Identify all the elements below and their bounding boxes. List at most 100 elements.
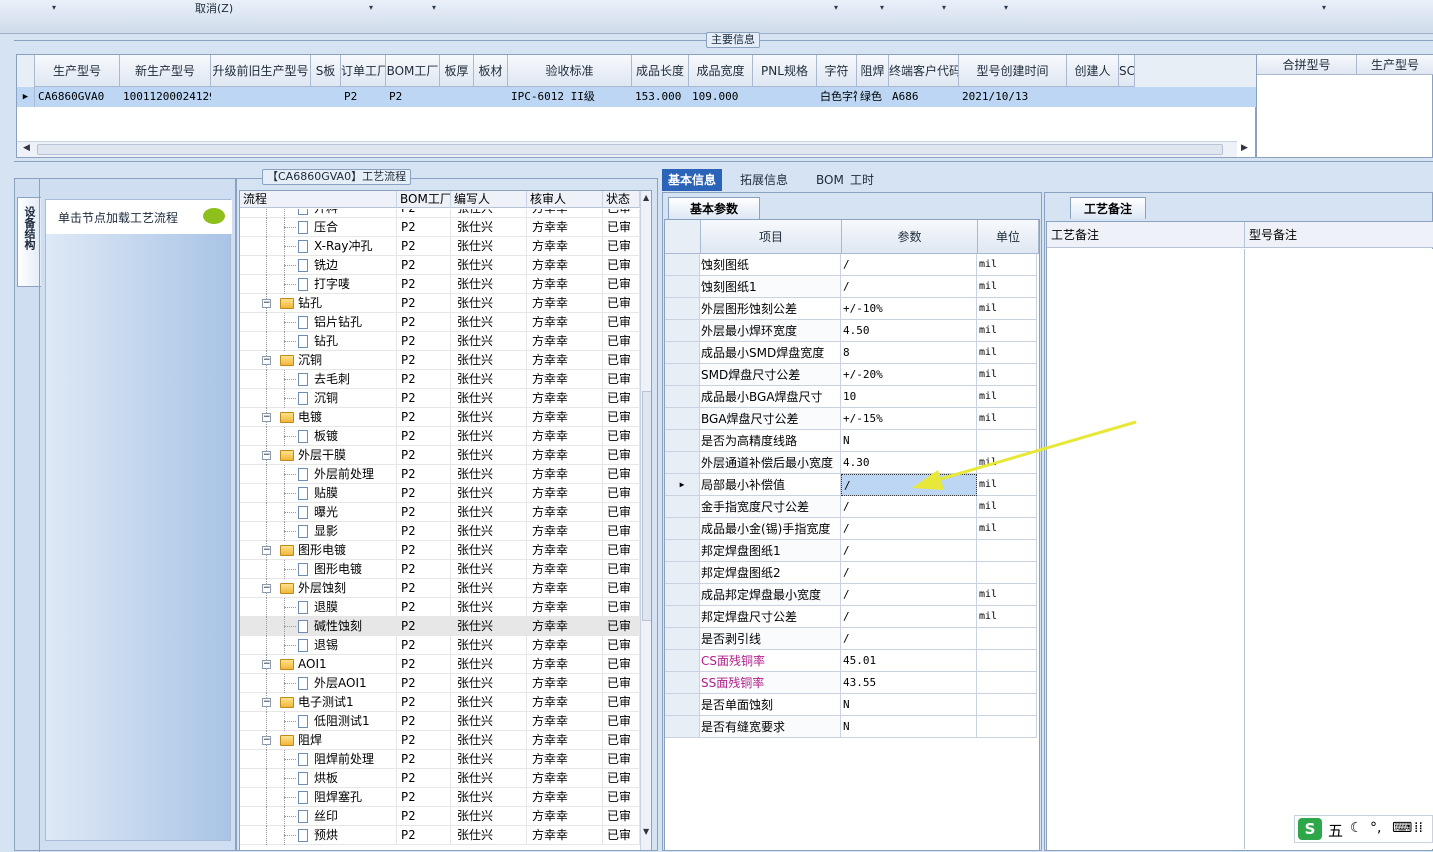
- param-row[interactable]: 外层最小焊环宽度 4.50 mil: [665, 320, 1037, 342]
- tree-row[interactable]: − 外层干膜 P2张仕兴方幸幸已审核: [240, 446, 640, 465]
- tree-row[interactable]: 阻焊塞孔 P2张仕兴方幸幸已审核: [240, 788, 640, 807]
- writer-cell[interactable]: 张仕兴: [451, 560, 527, 579]
- param-item[interactable]: 是否为高精度线路: [700, 430, 841, 452]
- tree-node-cell[interactable]: 外层前处理: [240, 465, 397, 484]
- param-item[interactable]: 成品最小SMD焊盘宽度: [700, 342, 841, 364]
- writer-cell[interactable]: 张仕兴: [451, 370, 527, 389]
- reviewer-cell[interactable]: 方幸幸: [527, 693, 603, 712]
- param-unit[interactable]: mil: [977, 276, 1037, 298]
- collapse-toggle-icon[interactable]: −: [262, 299, 271, 308]
- bom-factory-cell[interactable]: P2: [397, 655, 451, 674]
- column-header[interactable]: S板: [311, 55, 341, 87]
- writer-cell[interactable]: 张仕兴: [451, 237, 527, 256]
- tree-row[interactable]: 钻孔 P2张仕兴方幸幸已审核: [240, 332, 640, 351]
- bom-factory-cell[interactable]: P2: [397, 408, 451, 427]
- param-item[interactable]: 金手指宽度尺寸公差: [700, 496, 841, 518]
- bom-factory-cell[interactable]: P2: [397, 465, 451, 484]
- tree-node-cell[interactable]: 去毛刺: [240, 370, 397, 389]
- keyboard-icon[interactable]: ⌨: [1392, 820, 1412, 836]
- bom-factory-cell[interactable]: P2: [397, 237, 451, 256]
- table-cell[interactable]: 绿色: [857, 87, 889, 107]
- bom-factory-cell[interactable]: P2: [397, 275, 451, 294]
- param-item[interactable]: 邦定焊盘图纸2: [700, 562, 841, 584]
- tree-row[interactable]: 铣边 P2张仕兴方幸幸已审核: [240, 256, 640, 275]
- table-cell[interactable]: [1067, 87, 1119, 107]
- writer-cell[interactable]: 张仕兴: [451, 788, 527, 807]
- writer-cell[interactable]: 张仕兴: [451, 294, 527, 313]
- bom-factory-cell[interactable]: P2: [397, 351, 451, 370]
- tree-node-cell[interactable]: 铝片钻孔: [240, 313, 397, 332]
- bom-factory-cell[interactable]: P2: [397, 427, 451, 446]
- bom-factory-cell[interactable]: P2: [397, 636, 451, 655]
- column-header[interactable]: 验收标准: [508, 55, 632, 87]
- tree-node-cell[interactable]: 曝光: [240, 503, 397, 522]
- status-cell[interactable]: 已审核: [603, 389, 640, 408]
- node-label[interactable]: 预烘: [314, 826, 338, 845]
- writer-cell[interactable]: 张仕兴: [451, 275, 527, 294]
- dropdown-arrow-icon[interactable]: ▾: [369, 3, 373, 12]
- writer-cell[interactable]: 张仕兴: [451, 655, 527, 674]
- bom-factory-cell[interactable]: P2: [397, 712, 451, 731]
- status-cell[interactable]: 已审核: [603, 826, 640, 845]
- param-item[interactable]: CS面残铜率: [700, 650, 841, 672]
- tree-row[interactable]: 退锡 P2张仕兴方幸幸已审核: [240, 636, 640, 655]
- writer-cell[interactable]: 张仕兴: [451, 693, 527, 712]
- tree-node-cell[interactable]: 阻焊塞孔: [240, 788, 397, 807]
- param-value[interactable]: 8: [841, 342, 977, 364]
- column-header[interactable]: 阻焊: [857, 55, 889, 87]
- table-cell[interactable]: [311, 87, 341, 107]
- param-value[interactable]: 4.50: [841, 320, 977, 342]
- writer-cell[interactable]: 张仕兴: [451, 807, 527, 826]
- param-row[interactable]: CS面残铜率 45.01: [665, 650, 1037, 672]
- status-cell[interactable]: 已审核: [603, 712, 640, 731]
- column-header[interactable]: 板材: [474, 55, 508, 87]
- param-row[interactable]: 是否剥引线 /: [665, 628, 1037, 650]
- dropdown-arrow-icon[interactable]: ▾: [880, 3, 884, 12]
- param-row[interactable]: 外层图形蚀刻公差 +/-10% mil: [665, 298, 1037, 320]
- tab-process-remarks[interactable]: 工艺备注: [1070, 197, 1146, 219]
- column-header[interactable]: 编写人: [451, 191, 527, 208]
- param-value[interactable]: /: [841, 584, 977, 606]
- column-header[interactable]: BOM工厂: [397, 191, 451, 208]
- status-cell[interactable]: 已审核: [603, 256, 640, 275]
- tree-node-cell[interactable]: X-Ray冲孔: [240, 237, 397, 256]
- tree-node-cell[interactable]: − 钻孔: [240, 294, 397, 313]
- writer-cell[interactable]: 张仕兴: [451, 389, 527, 408]
- writer-cell[interactable]: 张仕兴: [451, 617, 527, 636]
- bom-factory-cell[interactable]: P2: [397, 332, 451, 351]
- table-cell[interactable]: 109.000: [689, 87, 753, 107]
- tree-node-cell[interactable]: − 外层干膜: [240, 446, 397, 465]
- tree-row[interactable]: − 阻焊 P2张仕兴方幸幸已审核: [240, 731, 640, 750]
- table-cell[interactable]: CA6860GVA0: [35, 87, 120, 107]
- subtab-basic-params[interactable]: 基本参数: [668, 197, 760, 219]
- node-label[interactable]: 显影: [314, 522, 338, 541]
- node-label[interactable]: 外层干膜: [298, 446, 346, 465]
- tree-row[interactable]: − 电镀 P2张仕兴方幸幸已审核: [240, 408, 640, 427]
- param-unit[interactable]: [977, 650, 1037, 672]
- tab-work-hours[interactable]: 工时: [844, 169, 880, 191]
- table-cell[interactable]: 2021/10/13: [959, 87, 1067, 107]
- column-header[interactable]: 型号创建时间: [959, 55, 1067, 87]
- node-label[interactable]: 沉铜: [314, 389, 338, 408]
- writer-cell[interactable]: 张仕兴: [451, 256, 527, 275]
- status-cell[interactable]: 已审核: [603, 731, 640, 750]
- tree-node-cell[interactable]: 外层AOI1: [240, 674, 397, 693]
- node-label[interactable]: 外层前处理: [314, 465, 374, 484]
- node-label[interactable]: 外层AOI1: [314, 674, 367, 693]
- tree-row[interactable]: 烘板 P2张仕兴方幸幸已审核: [240, 769, 640, 788]
- node-label[interactable]: 钻孔: [314, 332, 338, 351]
- bom-factory-cell[interactable]: P2: [397, 598, 451, 617]
- dropdown-arrow-icon[interactable]: ▾: [942, 3, 946, 12]
- node-label[interactable]: 去毛刺: [314, 370, 350, 389]
- param-unit[interactable]: mil: [977, 518, 1037, 540]
- horizontal-scrollbar[interactable]: ◀ ▶: [17, 141, 1248, 157]
- reviewer-cell[interactable]: 方幸幸: [527, 655, 603, 674]
- column-header[interactable]: 生产型号: [35, 55, 120, 87]
- scroll-right-icon[interactable]: ▶: [1241, 143, 1248, 153]
- column-header[interactable]: 成品长度: [632, 55, 689, 87]
- tree-node-cell[interactable]: 压合: [240, 218, 397, 237]
- tree-row[interactable]: − AOI1 P2张仕兴方幸幸已审核: [240, 655, 640, 674]
- table-cell[interactable]: [211, 87, 311, 107]
- status-cell[interactable]: 已审核: [603, 218, 640, 237]
- param-value[interactable]: N: [841, 694, 977, 716]
